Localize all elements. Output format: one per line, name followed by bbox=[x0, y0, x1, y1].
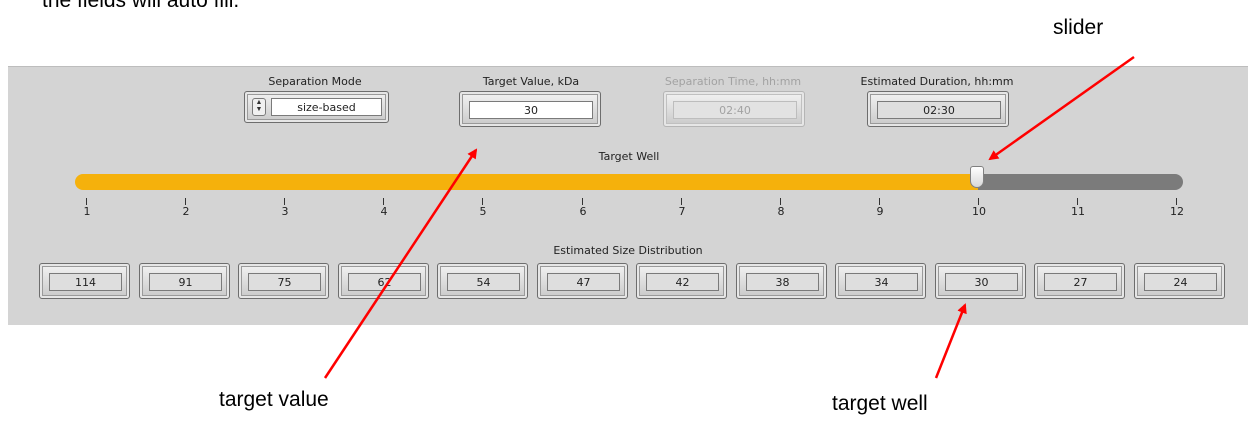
target-well-callout-arrow bbox=[934, 303, 967, 379]
slider-callout-arrow bbox=[988, 55, 1135, 161]
callout-arrows bbox=[323, 55, 1135, 379]
target-value-callout-arrow bbox=[323, 148, 478, 379]
